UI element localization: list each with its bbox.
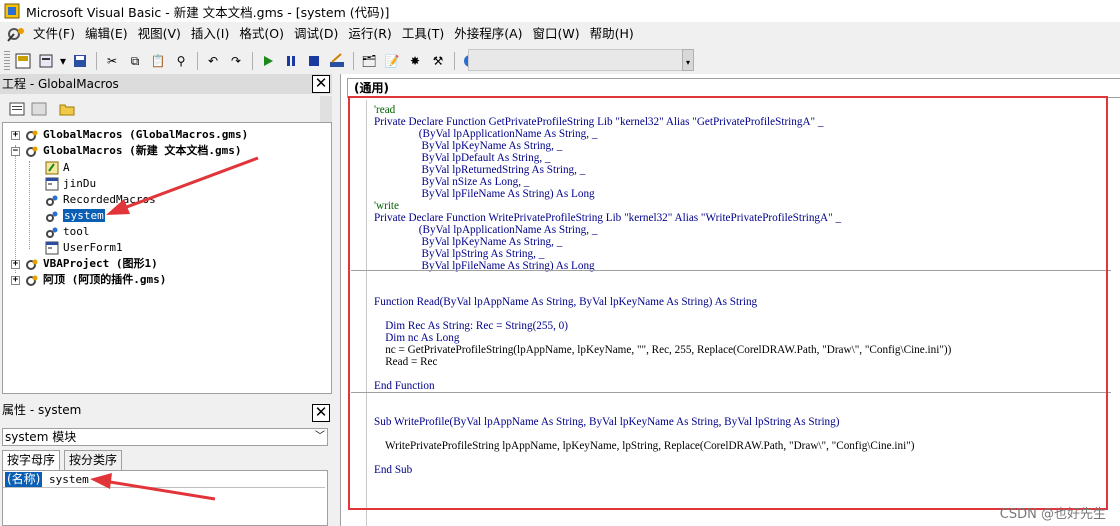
- arrow-to-system-module: [106, 156, 259, 215]
- arrow-to-name-property: [90, 473, 216, 501]
- annotation-arrows: [90, 156, 259, 501]
- vba-editor-window: Microsoft Visual Basic - 新建 文本文档.gms - […: [0, 0, 1120, 526]
- watermark: CSDN @也好先生: [999, 507, 1106, 522]
